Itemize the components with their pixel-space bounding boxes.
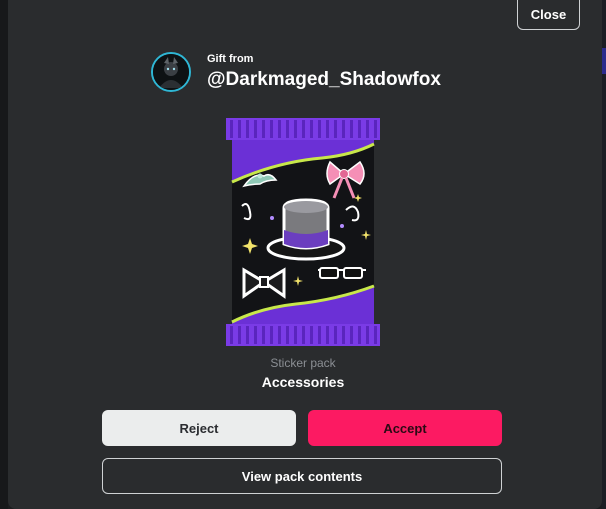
accept-button[interactable]: Accept [308,410,502,446]
pack-bottom-crimp [226,324,380,346]
gift-from-label: Gift from [207,52,254,65]
background-left-edge [0,0,8,509]
avatar-image [153,54,189,90]
close-button[interactable]: Close [517,0,580,30]
sender-username[interactable]: @Darkmaged_Shadowfox [207,68,441,92]
view-pack-contents-button[interactable]: View pack contents [102,458,502,494]
sender-info: Gift from @Darkmaged_Shadowfox [151,52,441,92]
background-accent [602,48,606,74]
reject-button[interactable]: Reject [102,410,296,446]
pack-top-crimp [226,118,380,140]
pack-name: Accessories [261,374,345,390]
sticker-pack-image [226,118,380,346]
pack-type-label: Sticker pack [270,356,336,370]
background-right-edge [602,0,606,509]
gift-modal: Close Gift from @Darkmaged_Shadowfox Sti… [8,0,602,509]
sender-text: Gift from @Darkmaged_Shadowfox [207,53,441,92]
avatar[interactable] [151,52,191,92]
